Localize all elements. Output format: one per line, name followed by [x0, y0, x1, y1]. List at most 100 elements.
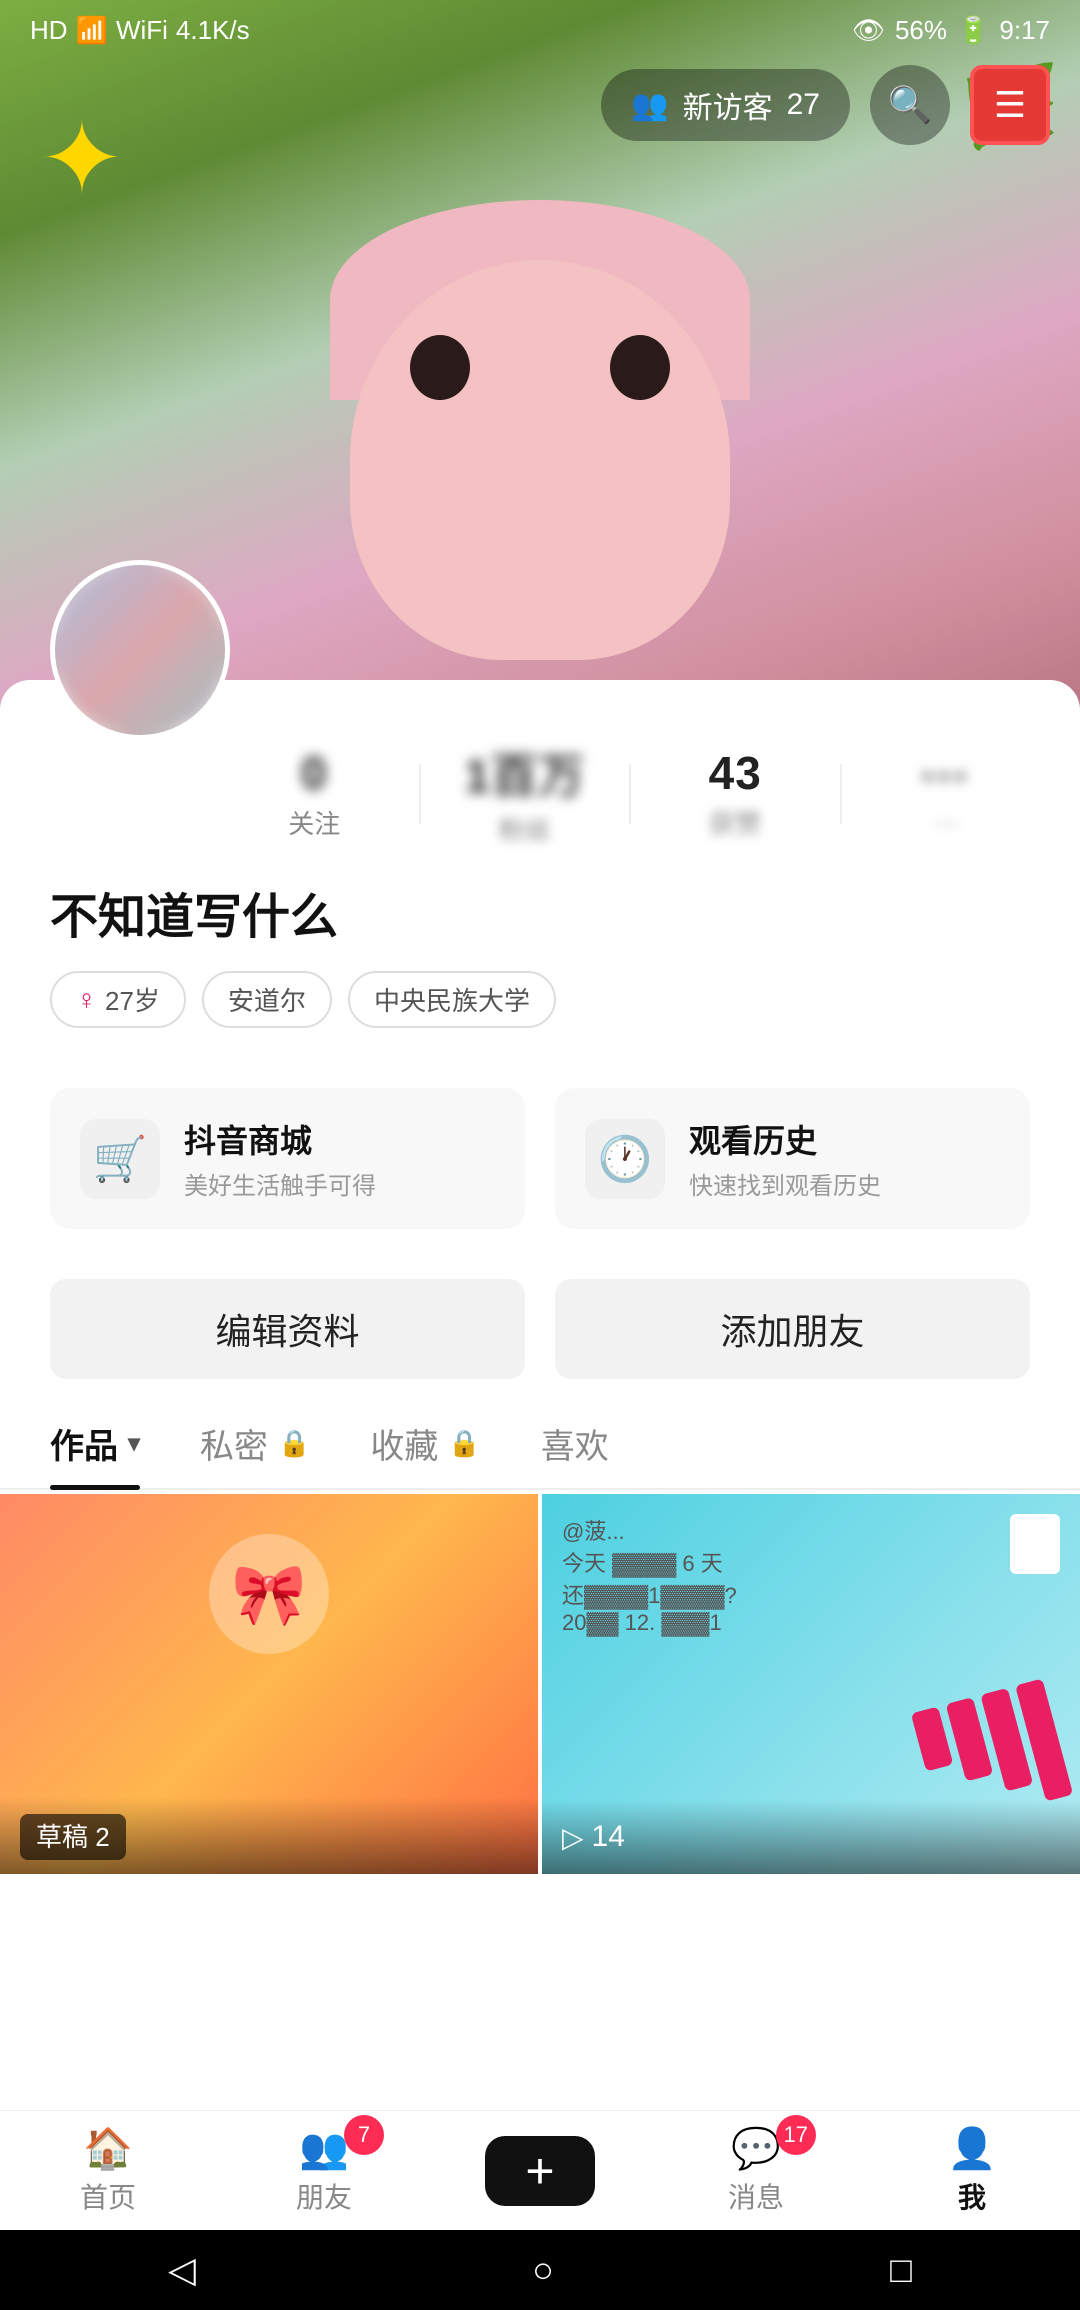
tabs-row: 作品 ▾ 私密 🔒 收藏 🔒 喜欢 — [0, 1409, 1080, 1490]
avatar-section — [50, 560, 230, 740]
status-right: 👁 56% 🔋 9:17 — [852, 15, 1050, 46]
age-label: 27岁 — [105, 981, 160, 1018]
history-subtitle: 快速找到观看历史 — [689, 1166, 881, 1201]
draft-badge: 草稿 2 — [20, 1814, 126, 1860]
tab-collection-label: 收藏 — [370, 1419, 438, 1468]
school-label: 中央民族大学 — [374, 981, 530, 1018]
quick-links: 🛒 抖音商城 美好生活触手可得 🕐 观看历史 快速找到观看历史 — [0, 1058, 1080, 1259]
visitors-count: 27 — [787, 88, 820, 122]
search-icon: 🔍 — [888, 84, 933, 126]
shop-icon: 🛒 — [80, 1119, 160, 1199]
friends-icon: 👥 — [299, 2125, 349, 2172]
nav-friends-label: 朋友 — [296, 2176, 352, 2216]
visitors-icon: 👥 — [631, 88, 668, 123]
add-friend-button[interactable]: 添加朋友 — [555, 1279, 1030, 1379]
messages-badge: 17 — [776, 2115, 816, 2155]
video-thumb-draft[interactable]: 🎀 草稿 2 — [0, 1494, 538, 1874]
history-icon: 🕐 — [585, 1119, 665, 1199]
tab-works-label: 作品 — [50, 1419, 118, 1468]
home-button[interactable]: ○ — [532, 2249, 554, 2291]
play-count-num: 14 — [592, 1820, 625, 1854]
main-content-card: 0 关注 1百万 粉丝 43 获赞 ··· ··· 不知道写什么 ♀ 27岁 安… — [0, 680, 1080, 2310]
school-tag[interactable]: 中央民族大学 — [348, 971, 556, 1028]
stat-following[interactable]: 0 关注 — [230, 746, 399, 841]
tab-collection[interactable]: 收藏 🔒 — [370, 1419, 480, 1488]
history-title: 观看历史 — [689, 1116, 881, 1162]
history-link[interactable]: 🕐 观看历史 快速找到观看历史 — [555, 1088, 1030, 1229]
stat-likes[interactable]: 43 获赞 — [651, 746, 820, 841]
messages-icon: 💬 — [731, 2125, 781, 2172]
battery-icon: 🔋 — [957, 15, 989, 46]
tab-likes-label: 喜欢 — [541, 1419, 609, 1468]
likes-label: 获赞 — [709, 804, 761, 841]
following-count: 0 — [301, 746, 328, 800]
video-overlay-1: 草稿 2 — [0, 1797, 538, 1874]
shop-subtitle: 美好生活触手可得 — [184, 1166, 376, 1201]
tab-private-label: 私密 — [200, 1419, 268, 1468]
location-label: 安道尔 — [228, 981, 306, 1018]
visitors-button[interactable]: 👥 新访客 27 — [601, 69, 850, 141]
stat-divider-3 — [840, 764, 842, 824]
video-deco: 🎀 — [209, 1534, 329, 1654]
search-button[interactable]: 🔍 — [870, 65, 950, 145]
stat-extra[interactable]: ··· ··· — [862, 749, 1031, 838]
top-nav: 👥 新访客 27 🔍 ☰ — [0, 60, 1080, 150]
visitors-label: 新访客 — [683, 83, 773, 127]
time-display: 9:17 — [999, 15, 1050, 46]
video-grid: 🎀 草稿 2 @菠... 今天 ▓▓▓▓ 6 天 还▓▓▓▓1▓▓▓▓? 20▓… — [0, 1490, 1080, 1878]
tab-works[interactable]: 作品 ▾ — [50, 1419, 140, 1488]
bio-tags: ♀ 27岁 安道尔 中央民族大学 — [50, 971, 1030, 1028]
age-tag[interactable]: ♀ 27岁 — [50, 971, 186, 1028]
fans-count: 1百万 — [464, 740, 585, 806]
gender-icon: ♀ — [76, 984, 97, 1016]
video-bookmark — [1010, 1514, 1060, 1574]
add-icon: + — [525, 2142, 554, 2200]
nav-friends[interactable]: 👥 朋友 7 — [244, 2125, 404, 2216]
bio-section: 不知道写什么 ♀ 27岁 安道尔 中央民族大学 — [0, 877, 1080, 1058]
recent-button[interactable]: □ — [890, 2249, 912, 2291]
play-icon: ▷ — [562, 1821, 584, 1854]
me-icon: 👤 — [947, 2125, 997, 2172]
nav-me-label: 我 — [958, 2176, 986, 2216]
nav-messages[interactable]: 💬 消息 17 — [676, 2125, 836, 2216]
status-left: HD 📶 WiFi 4.1K/s — [30, 15, 250, 46]
nav-messages-label: 消息 — [728, 2176, 784, 2216]
video-overlay-2: ▷ 14 — [542, 1800, 1080, 1874]
edit-profile-button[interactable]: 编辑资料 — [50, 1279, 525, 1379]
shop-text: 抖音商城 美好生活触手可得 — [184, 1116, 376, 1201]
menu-button[interactable]: ☰ — [970, 65, 1050, 145]
back-button[interactable]: ◁ — [168, 2249, 196, 2291]
hamburger-icon: ☰ — [994, 84, 1026, 126]
tab-private-lock: 🔒 — [278, 1428, 310, 1459]
home-icon: 🏠 — [83, 2125, 133, 2172]
extra-count: ··· — [921, 749, 970, 803]
video-thumb-play[interactable]: @菠... 今天 ▓▓▓▓ 6 天 还▓▓▓▓1▓▓▓▓? 20▓▓ 12. ▓… — [542, 1494, 1080, 1874]
tab-private[interactable]: 私密 🔒 — [200, 1419, 310, 1488]
likes-count: 43 — [709, 746, 762, 800]
tab-likes[interactable]: 喜欢 — [541, 1419, 609, 1488]
nav-home-label: 首页 — [80, 2176, 136, 2216]
add-button[interactable]: + — [485, 2136, 595, 2206]
avatar[interactable] — [50, 560, 230, 740]
speed-indicator: 4.1K/s — [176, 15, 250, 46]
location-tag[interactable]: 安道尔 — [202, 971, 332, 1028]
shop-link[interactable]: 🛒 抖音商城 美好生活触手可得 — [50, 1088, 525, 1229]
stat-fans[interactable]: 1百万 粉丝 — [441, 740, 610, 847]
wifi-icon: WiFi — [116, 15, 168, 46]
shop-title: 抖音商城 — [184, 1116, 376, 1162]
status-bar: HD 📶 WiFi 4.1K/s 👁 56% 🔋 9:17 — [0, 0, 1080, 60]
video-caption: @菠... 今天 ▓▓▓▓ 6 天 还▓▓▓▓1▓▓▓▓? 20▓▓ 12. ▓… — [562, 1514, 1060, 1636]
play-count: ▷ 14 — [562, 1820, 1060, 1854]
stat-divider-2 — [629, 764, 631, 824]
tab-collection-lock: 🔒 — [448, 1428, 480, 1459]
extra-label: ··· — [933, 807, 959, 838]
history-text: 观看历史 快速找到观看历史 — [689, 1116, 881, 1201]
eye-icon: 👁 — [852, 15, 885, 46]
battery-level: 56% — [895, 15, 947, 46]
following-label: 关注 — [288, 804, 340, 841]
fans-label: 粉丝 — [499, 810, 551, 847]
nav-me[interactable]: 👤 我 — [892, 2125, 1052, 2216]
avatar-blur — [55, 565, 225, 735]
nav-add[interactable]: + — [460, 2136, 620, 2206]
nav-home[interactable]: 🏠 首页 — [28, 2125, 188, 2216]
